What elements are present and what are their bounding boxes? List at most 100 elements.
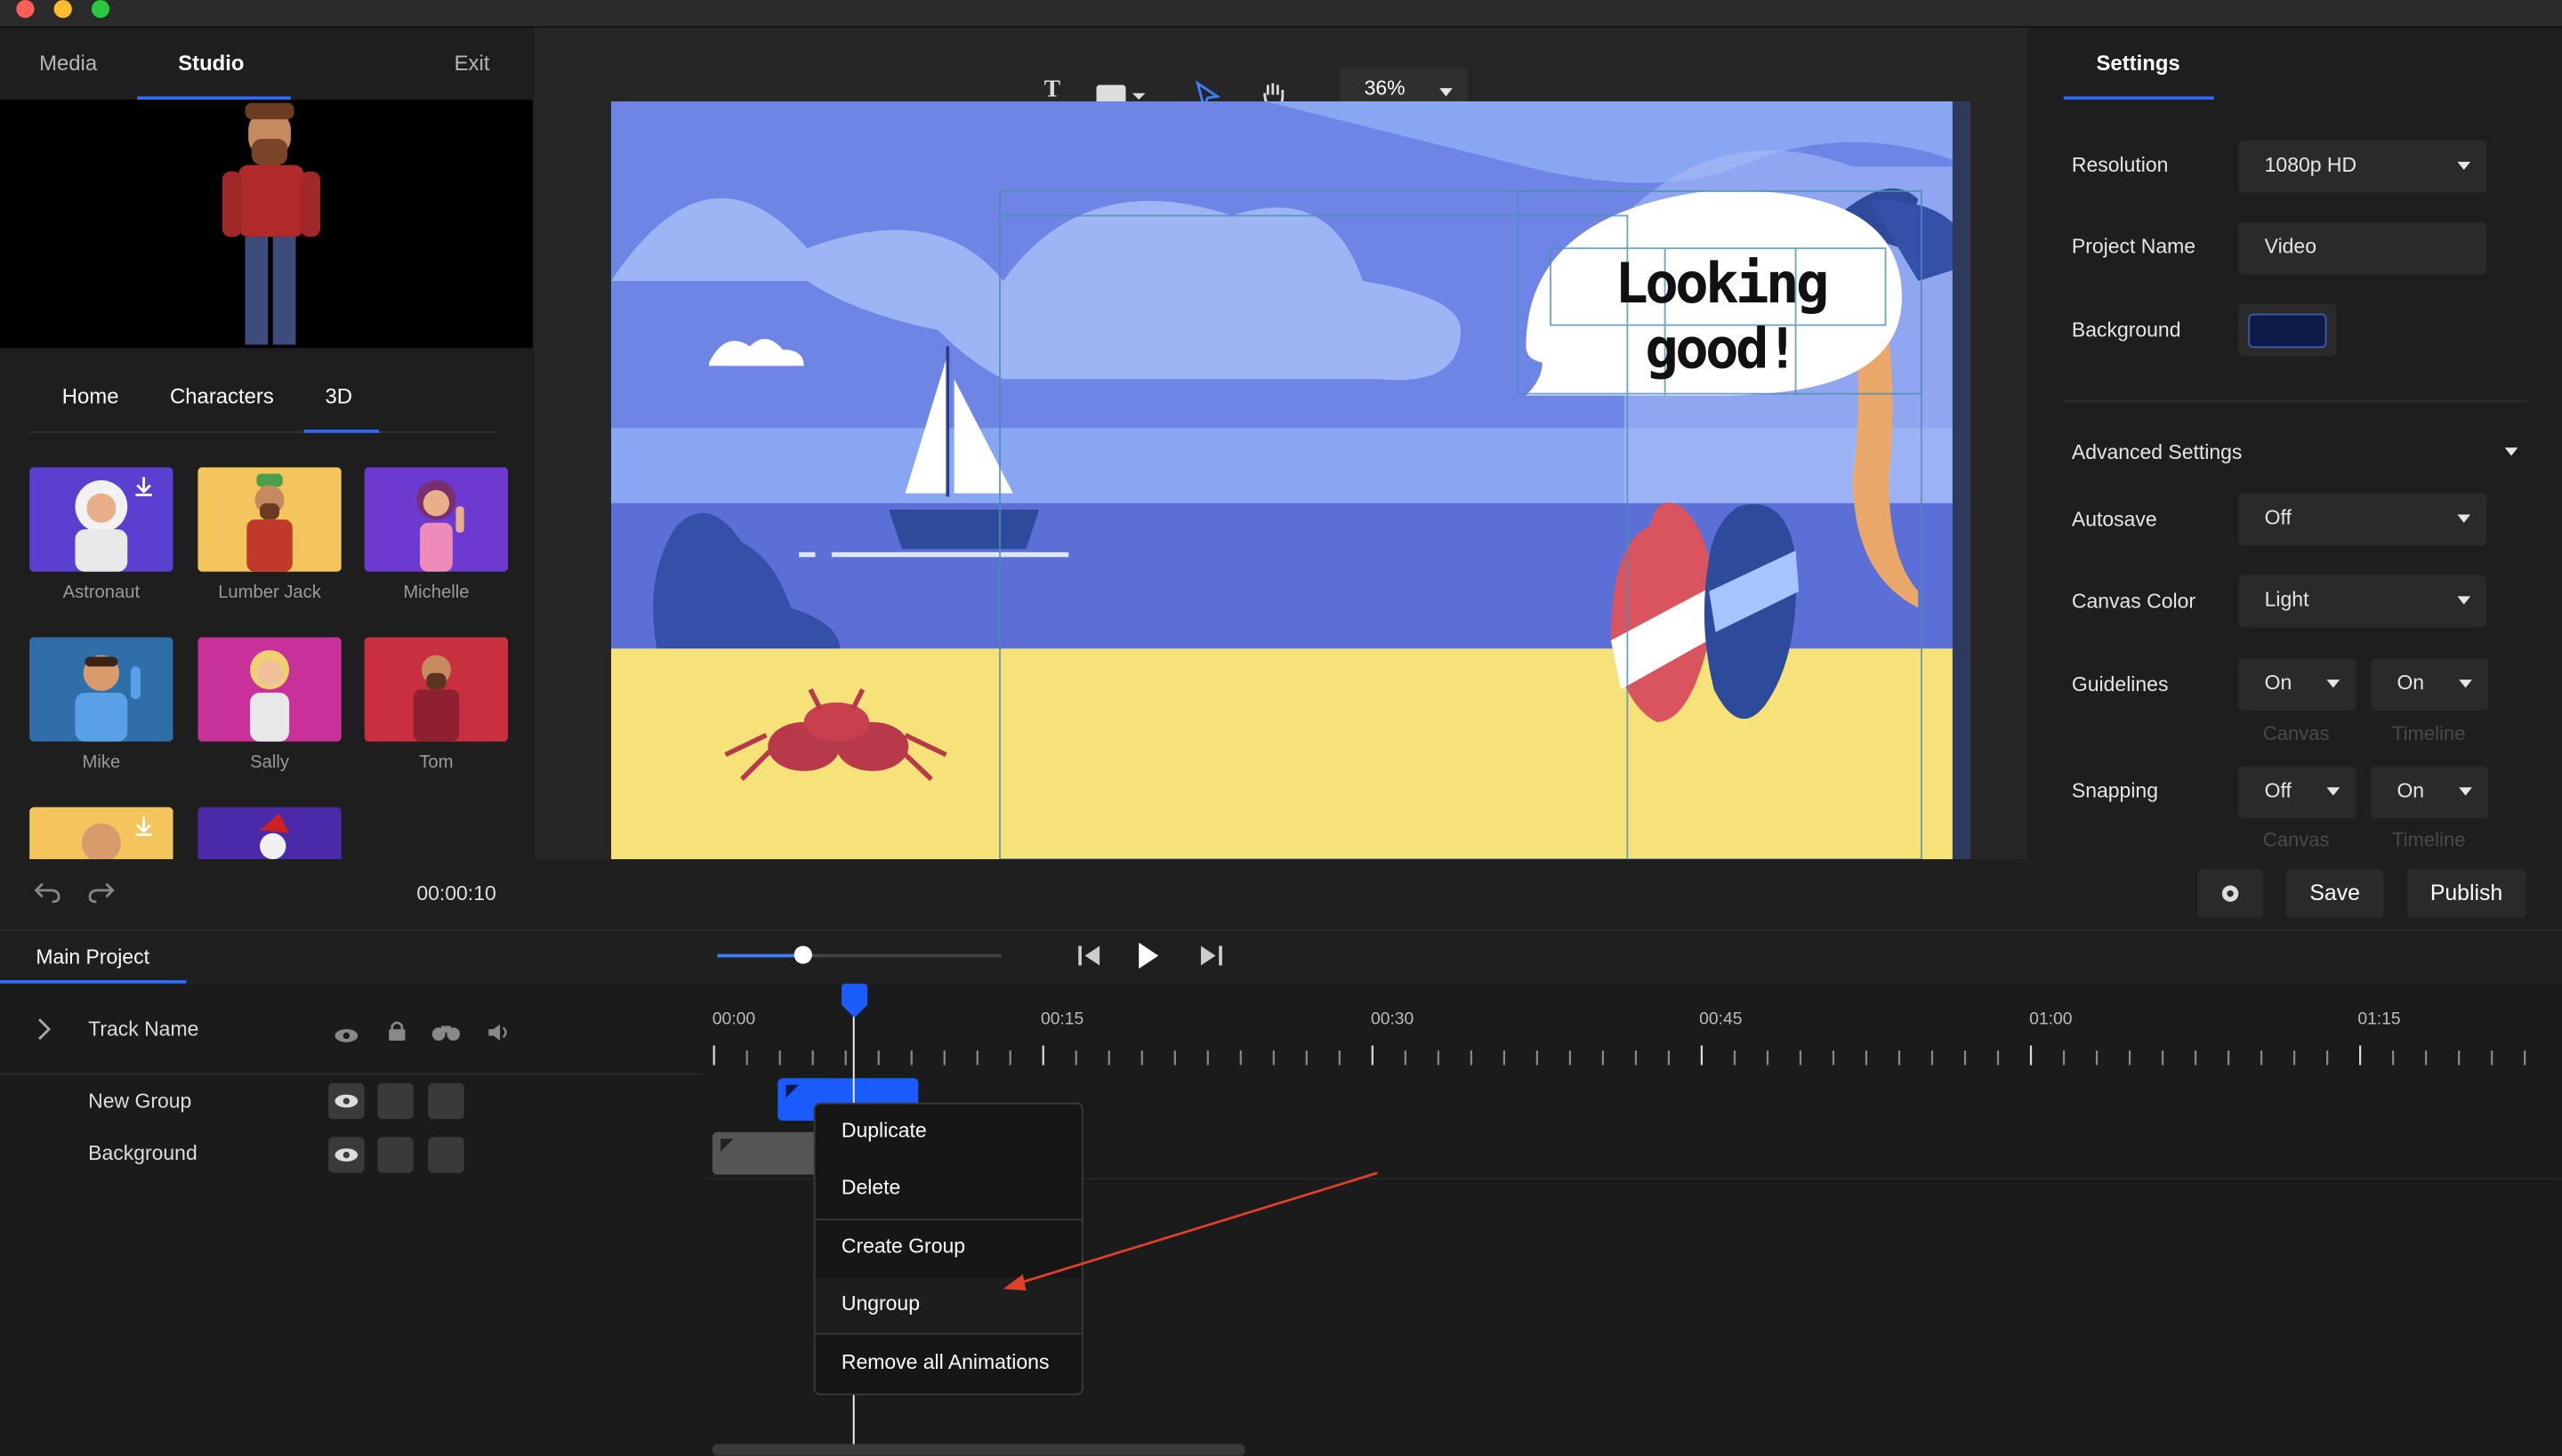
eye-icon[interactable] <box>334 1023 359 1052</box>
minimize-window-button[interactable] <box>53 0 72 19</box>
play-icon[interactable] <box>1137 941 1160 978</box>
app-window: Media Studio Exit Home Characters 3D Ast… <box>0 0 2562 1456</box>
beach-scene-illustration <box>610 101 1971 860</box>
current-time: 00:00:10 <box>416 881 496 905</box>
exit-button[interactable]: Exit <box>455 51 490 76</box>
menu-item-duplicate[interactable]: Duplicate <box>842 1119 927 1142</box>
canvas-color-select[interactable]: Light <box>2238 575 2487 628</box>
subtab-divider <box>29 430 497 433</box>
track-lock-toggle[interactable] <box>377 1137 414 1173</box>
active-tab-indicator <box>2063 96 2214 101</box>
menu-item-delete[interactable]: Delete <box>842 1176 900 1199</box>
resolution-select[interactable]: 1080p HD <box>2238 140 2487 193</box>
autosave-label: Autosave <box>2071 508 2157 531</box>
time-tick-label: 01:00 <box>2029 1010 2073 1030</box>
project-name-value: Video <box>2264 235 2316 259</box>
eye-icon <box>334 1094 359 1108</box>
guidelines-timeline-value: On <box>2397 671 2425 695</box>
guidelines-label: Guidelines <box>2071 672 2169 696</box>
subtab-3d[interactable]: 3D <box>326 384 353 409</box>
track-mute-toggle[interactable] <box>428 1137 464 1173</box>
canvas-color-label: Canvas Color <box>2071 590 2196 613</box>
chevron-down-icon[interactable] <box>2504 447 2518 456</box>
playhead-handle[interactable] <box>841 983 868 1028</box>
canvas-area: T 36% Looking good! <box>534 28 2028 860</box>
track-name-header: Track Name <box>88 1018 199 1041</box>
maximize-window-button[interactable] <box>91 0 110 19</box>
chevron-right-icon[interactable] <box>36 1018 52 1049</box>
character-thumb-mike[interactable] <box>29 637 173 742</box>
resolution-value: 1080p HD <box>2264 153 2357 177</box>
character-thumb-michelle[interactable] <box>364 467 509 572</box>
tab-media[interactable]: Media <box>39 51 97 76</box>
character-thumb-lumber-jack[interactable] <box>197 467 342 572</box>
character-label: Lumber Jack <box>218 583 321 603</box>
snapping-canvas-value: Off <box>2264 779 2292 802</box>
snapping-canvas-sublabel: Canvas <box>2262 828 2330 851</box>
character-thumb-astronaut[interactable] <box>29 467 173 572</box>
background-color-picker[interactable] <box>2238 303 2337 357</box>
autosave-select[interactable]: Off <box>2238 493 2487 546</box>
tom-figure <box>364 637 509 742</box>
track-background[interactable]: Background <box>88 1142 197 1165</box>
guidelines-timeline-select[interactable]: On <box>2371 658 2489 711</box>
time-tick-label: 00:00 <box>712 1010 756 1030</box>
title-bar <box>0 0 2562 28</box>
playback-progress-track[interactable] <box>717 945 1002 964</box>
background-clip[interactable] <box>712 1131 818 1175</box>
skip-back-icon[interactable] <box>1076 945 1102 976</box>
track-list <box>0 985 703 1456</box>
character-thumb-more-2[interactable] <box>197 807 342 860</box>
undo-icon[interactable] <box>33 879 62 913</box>
guidelines-canvas-sublabel: Canvas <box>2262 721 2330 745</box>
menu-separator <box>815 1332 1082 1335</box>
tab-main-project[interactable]: Main Project <box>36 945 149 969</box>
chevron-down-icon <box>1439 88 1453 97</box>
project-name-field[interactable]: Video <box>2238 221 2487 275</box>
active-subtab-indicator <box>303 430 380 433</box>
video-canvas[interactable]: Looking good! <box>610 101 1971 860</box>
redo-icon[interactable] <box>86 879 116 913</box>
snapping-timeline-select[interactable]: On <box>2371 766 2489 819</box>
save-button[interactable]: Save <box>2285 869 2384 919</box>
lock-icon[interactable] <box>387 1019 407 1049</box>
speech-bubble-text[interactable]: Looking good! <box>1549 252 1892 382</box>
track-visibility-toggle[interactable] <box>328 1082 365 1120</box>
tab-settings[interactable]: Settings <box>2096 51 2179 76</box>
speaker-icon[interactable] <box>487 1021 510 1050</box>
track-visibility-toggle[interactable] <box>328 1137 365 1173</box>
subtab-characters[interactable]: Characters <box>170 384 274 409</box>
menu-item-ungroup[interactable]: Ungroup <box>842 1292 920 1315</box>
publish-button[interactable]: Publish <box>2406 869 2526 919</box>
track-mute-toggle[interactable] <box>428 1082 464 1120</box>
lumberjack-preview-figure <box>222 102 320 345</box>
menu-item-remove-animations[interactable]: Remove all Animations <box>842 1351 1050 1374</box>
chevron-down-icon <box>2326 680 2340 688</box>
tab-studio[interactable]: Studio <box>178 51 244 76</box>
track-lock-toggle[interactable] <box>377 1082 414 1120</box>
lumberjack-figure <box>197 467 342 572</box>
skip-forward-icon[interactable] <box>1197 945 1223 976</box>
advanced-settings-title[interactable]: Advanced Settings <box>2072 441 2242 464</box>
timeline-scrollbar[interactable] <box>712 1444 1245 1456</box>
chevron-down-icon <box>2457 161 2471 171</box>
close-window-button[interactable] <box>16 0 35 19</box>
snapping-canvas-select[interactable]: Off <box>2238 766 2357 819</box>
menu-item-create-group[interactable]: Create Group <box>842 1235 965 1259</box>
subtab-home[interactable]: Home <box>62 384 119 409</box>
chevron-down-icon <box>2457 596 2471 605</box>
character-thumb-more-1[interactable] <box>29 807 173 860</box>
character-thumb-sally[interactable] <box>197 637 342 742</box>
guidelines-canvas-select[interactable]: On <box>2238 658 2357 711</box>
sally-figure <box>197 637 342 742</box>
character-label: Mike <box>82 752 121 773</box>
character-thumb-tom[interactable] <box>364 637 509 742</box>
binoculars-icon[interactable] <box>431 1021 461 1050</box>
track-new-group[interactable]: New Group <box>88 1090 191 1113</box>
character-label: Sally <box>250 752 289 773</box>
chevron-down-icon <box>2459 680 2472 688</box>
eye-icon <box>334 1148 359 1162</box>
text-tool-icon[interactable]: T <box>1044 76 1060 104</box>
character-label: Tom <box>419 752 454 773</box>
gear-button[interactable] <box>2197 869 2263 919</box>
